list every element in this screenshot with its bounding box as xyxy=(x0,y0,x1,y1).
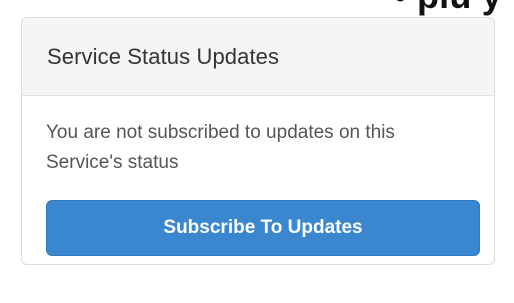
service-status-updates-panel: Service Status Updates You are not subsc… xyxy=(21,17,495,265)
panel-header: Service Status Updates xyxy=(22,18,494,96)
cut-off-heading-text: • plu y xyxy=(394,0,502,14)
subscribe-to-updates-button[interactable]: Subscribe To Updates xyxy=(46,200,480,256)
subscription-status-message: You are not subscribed to updates on thi… xyxy=(46,122,395,173)
cut-off-heading-fragment: • plu y xyxy=(0,0,514,16)
panel-title: Service Status Updates xyxy=(47,43,280,69)
panel-body: You are not subscribed to updates on thi… xyxy=(22,96,494,256)
